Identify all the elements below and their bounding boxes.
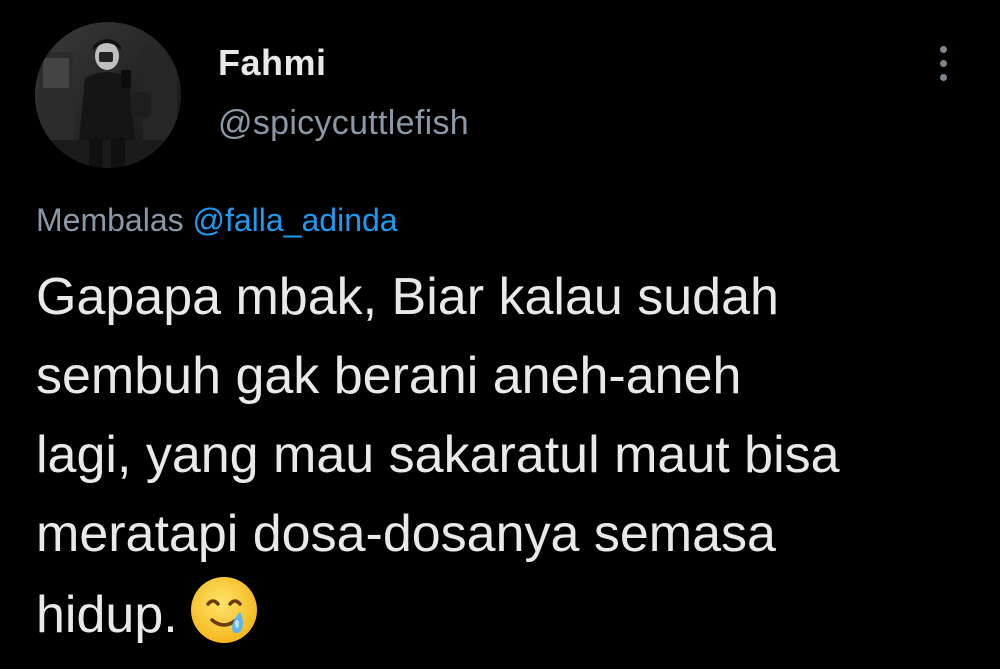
reply-mention-link[interactable]: @falla_adinda <box>193 202 398 238</box>
tweet-card: Fahmi @spicycuttlefish Membalas @falla_a… <box>0 0 1000 659</box>
more-vertical-icon <box>940 46 947 53</box>
tweet-text: Gapapa mbak, Biar kalau sudah sembuh gak… <box>36 258 976 655</box>
avatar-photo-icon <box>35 22 181 168</box>
reply-context: Membalas @falla_adinda <box>36 202 398 239</box>
reply-prefix: Membalas <box>36 202 184 238</box>
more-dot <box>940 74 947 81</box>
tweet-line: sembuh gak berani aneh-aneh <box>36 347 742 405</box>
user-avatar[interactable] <box>35 22 181 168</box>
tweet-line: meratapi dosa-dosanya semasa <box>36 505 776 563</box>
tweet-last-line: hidup. <box>36 574 976 655</box>
tweet-line: lagi, yang mau sakaratul maut bisa <box>36 426 840 484</box>
user-handle[interactable]: @spicycuttlefish <box>218 104 469 143</box>
more-options-button[interactable] <box>926 40 960 86</box>
more-dot <box>940 60 947 67</box>
display-name[interactable]: Fahmi <box>218 42 327 84</box>
tweet-line: hidup. <box>36 586 178 644</box>
face-holding-back-tears-icon <box>188 574 260 646</box>
tweet-line: Gapapa mbak, Biar kalau sudah <box>36 268 779 326</box>
